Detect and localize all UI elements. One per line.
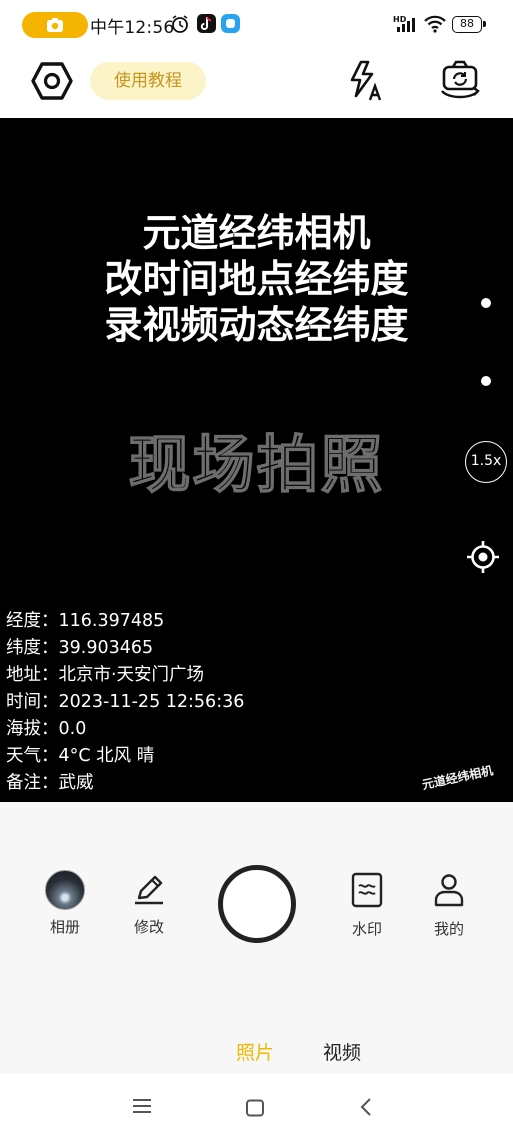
latitude-row: 纬度：39.903465	[6, 638, 154, 658]
wifi-icon	[424, 15, 446, 33]
album-thumbnail	[45, 870, 85, 910]
home-icon[interactable]	[245, 1099, 265, 1117]
battery-icon: 88	[452, 16, 486, 33]
profile-button[interactable]: 我的	[426, 872, 472, 939]
edit-label: 修改	[133, 918, 164, 936]
promo-line: 录视频动态经纬度	[104, 303, 409, 347]
status-bar: 中午12:56 HD 88	[0, 0, 513, 52]
mode-tab-video[interactable]: 视频	[323, 1038, 361, 1065]
weather-row: 天气：4°C 北风 晴	[6, 746, 155, 766]
mode-tab-photo[interactable]: 照片	[236, 1038, 274, 1065]
system-nav-bar	[0, 1074, 513, 1140]
promo-line: 改时间地点经纬度	[104, 257, 409, 301]
flash-auto-icon[interactable]	[346, 58, 386, 102]
side-dot-indicator[interactable]	[481, 298, 491, 308]
brand-watermark: 元道经纬相机	[420, 763, 495, 793]
album-label: 相册	[49, 918, 80, 936]
side-dot-indicator[interactable]	[481, 376, 491, 386]
scene-label: 现场拍照	[128, 427, 385, 501]
menu-icon[interactable]	[132, 1098, 152, 1114]
note-row: 备注：武威	[6, 773, 94, 793]
time-row: 时间：2023-11-25 12:56:36	[6, 692, 245, 712]
tutorial-button[interactable]: 使用教程	[90, 62, 206, 100]
camera-viewfinder[interactable]: 元道经纬相机 改时间地点经纬度 录视频动态经纬度 现场拍照 1.5x 经度：11…	[0, 118, 513, 802]
camera-icon	[47, 18, 63, 32]
zoom-button[interactable]: 1.5x	[465, 441, 507, 483]
promo-text: 元道经纬相机 改时间地点经纬度 录视频动态经纬度	[0, 210, 513, 348]
switch-camera-icon[interactable]	[438, 58, 484, 102]
camera-in-use-indicator[interactable]	[22, 12, 88, 38]
back-icon[interactable]	[358, 1098, 374, 1116]
alarm-icon	[172, 15, 188, 33]
watermark-button[interactable]: 水印	[344, 872, 390, 939]
tiktok-icon	[197, 14, 216, 33]
promo-line: 元道经纬相机	[142, 211, 371, 255]
album-button[interactable]: 相册	[42, 870, 88, 937]
status-time: 中午12:56	[90, 18, 175, 38]
settings-icon[interactable]	[31, 60, 73, 102]
locate-icon[interactable]	[466, 540, 500, 574]
edit-button[interactable]: 修改	[126, 872, 172, 937]
watermark-icon	[351, 872, 383, 908]
top-toolbar: 使用教程	[0, 52, 513, 118]
camera-controls: 相册 修改 水印 我的 照片 视频	[0, 802, 513, 1074]
profile-label: 我的	[433, 920, 464, 938]
battery-level: 88	[460, 17, 474, 30]
longitude-row: 经度：116.397485	[6, 611, 165, 631]
altitude-row: 海拔：0.0	[6, 719, 87, 739]
person-icon	[434, 874, 464, 907]
app-icon	[221, 14, 240, 33]
signal-icon	[397, 18, 415, 32]
watermark-info: 经度：116.397485 纬度：39.903465 地址：北京市·天安门广场 …	[6, 608, 244, 797]
shutter-button[interactable]	[218, 865, 296, 943]
watermark-label: 水印	[351, 920, 382, 938]
pencil-icon	[135, 875, 163, 905]
address-row: 地址：北京市·天安门广场	[6, 665, 205, 685]
